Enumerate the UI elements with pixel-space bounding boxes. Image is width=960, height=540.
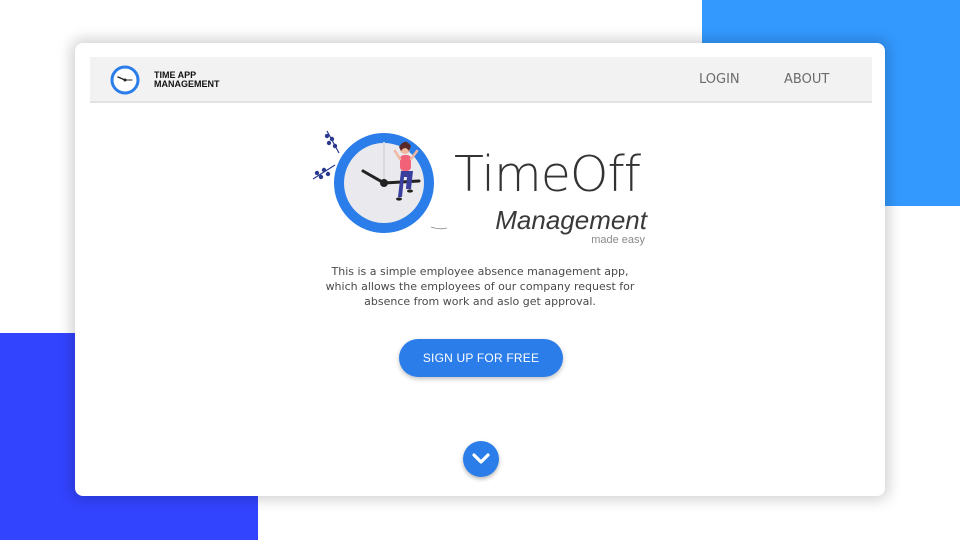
brand-subtitle: Management bbox=[495, 205, 647, 235]
description-line: This is a simple employee absence manage… bbox=[331, 265, 629, 278]
clock-with-person-icon bbox=[312, 130, 448, 233]
logo-line-2: MANAGEMENT bbox=[154, 79, 220, 89]
sign-up-button[interactable]: SIGN UP FOR FREE bbox=[399, 339, 563, 377]
description-line: which allows the employees of our compan… bbox=[325, 280, 635, 293]
nav-link-login[interactable]: LOGIN bbox=[699, 72, 740, 87]
nav-link-about[interactable]: ABOUT bbox=[784, 72, 829, 87]
brand-title: TimeOff bbox=[454, 146, 641, 203]
description-line: absence from work and aslo get approval. bbox=[364, 295, 596, 308]
chevron-down-icon bbox=[472, 453, 490, 464]
brand-tagline: made easy bbox=[591, 234, 645, 246]
main-card: TIME APP MANAGEMENT LOGIN ABOUT TimeOff … bbox=[75, 43, 885, 496]
clock-icon[interactable] bbox=[110, 65, 140, 95]
app-description: This is a simple employee absence manage… bbox=[275, 264, 685, 309]
scroll-down-button[interactable] bbox=[463, 441, 499, 477]
navbar: TIME APP MANAGEMENT LOGIN ABOUT bbox=[90, 57, 872, 103]
app-logo-text[interactable]: TIME APP MANAGEMENT bbox=[154, 71, 220, 89]
